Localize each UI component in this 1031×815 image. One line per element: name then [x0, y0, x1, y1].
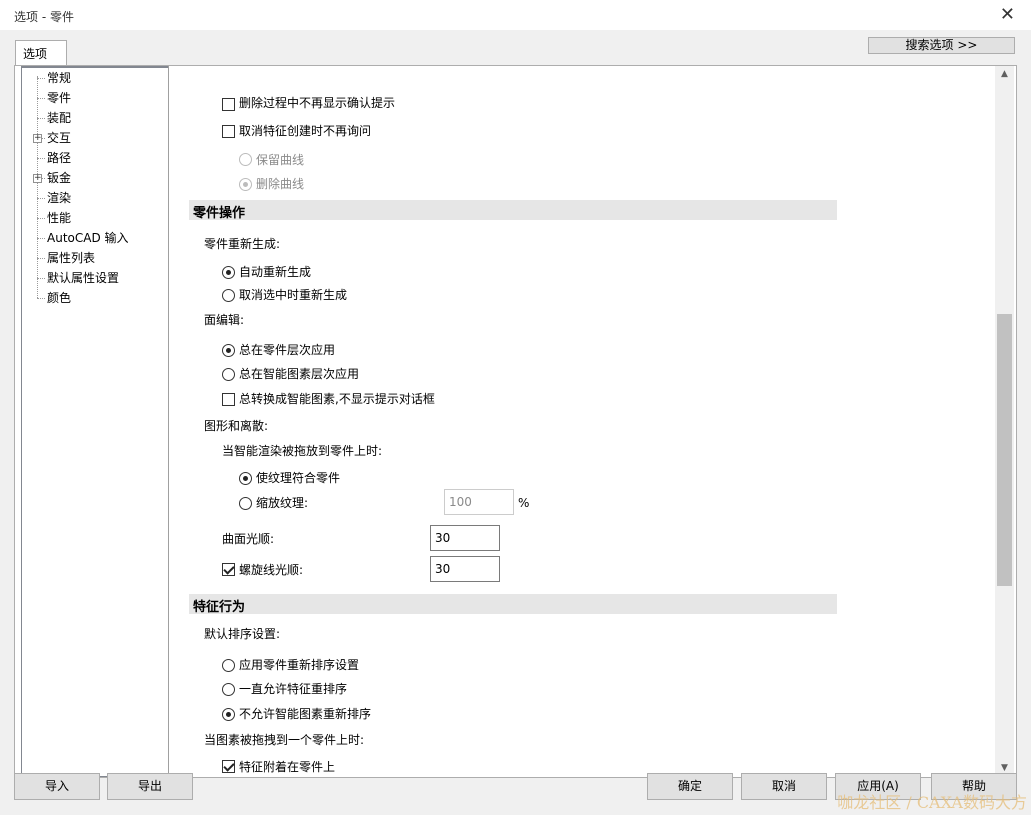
tree-item-general[interactable]: 常规	[47, 70, 71, 86]
regen-label: 零件重新生成:	[204, 237, 281, 251]
texture-fit-label: 使纹理符合零件	[256, 471, 341, 485]
vertical-scrollbar[interactable]: ▲ ▼	[995, 66, 1014, 777]
scale-texture-label: 缩放纹理:	[256, 496, 309, 510]
delete-no-confirm-checkbox[interactable]	[222, 98, 235, 111]
close-icon[interactable]: ✕	[1000, 5, 1015, 25]
cancel-button[interactable]: 取消	[741, 773, 827, 800]
apply-ic-level-label: 总在智能图素层次应用	[239, 367, 360, 381]
expand-icon[interactable]: +	[33, 174, 42, 183]
default-order-label: 默认排序设置:	[204, 627, 281, 641]
tree-item-property-list[interactable]: 属性列表	[47, 250, 95, 266]
options-panel: 常规 零件 装配 + 交互 路径 + 钣金 渲染 性能 AutoCAD 输入 属…	[14, 65, 1017, 778]
scroll-thumb[interactable]	[997, 314, 1012, 586]
tree-branch	[37, 278, 45, 279]
auto-regen-label: 自动重新生成	[239, 265, 312, 279]
tree-branch	[42, 178, 45, 179]
tree-item-assembly[interactable]: 装配	[47, 110, 71, 126]
scroll-up-icon[interactable]: ▲	[995, 66, 1014, 83]
watermark: 咖龙社区 / CAXA数码大方	[837, 793, 1027, 812]
tree-item-path[interactable]: 路径	[47, 150, 71, 166]
percent-unit: %	[518, 496, 530, 510]
apply-part-reorder-label: 应用零件重新排序设置	[239, 658, 360, 672]
tree-item-autocad-input[interactable]: AutoCAD 输入	[47, 230, 129, 246]
delete-curve-radio	[239, 178, 252, 191]
thread-smooth-checkbox[interactable]	[222, 563, 235, 576]
section-part-operations: 零件操作	[189, 200, 837, 221]
tree-item-default-properties[interactable]: 默认属性设置	[47, 270, 119, 286]
scale-texture-input[interactable]: 100	[444, 489, 514, 515]
tree-branch	[37, 238, 45, 239]
tree-branch	[37, 218, 45, 219]
tree-branch	[37, 298, 45, 299]
shape-discrete-label: 图形和离散:	[204, 419, 269, 433]
tree-item-interaction[interactable]: 交互	[47, 130, 71, 146]
section-feature-behavior: 特征行为	[189, 594, 837, 615]
convert-ic-no-prompt-label: 总转换成智能图素,不显示提示对话框	[239, 392, 435, 406]
tree-item-sheet-metal[interactable]: 钣金	[47, 170, 71, 186]
category-tree: 常规 零件 装配 + 交互 路径 + 钣金 渲染 性能 AutoCAD 输入 属…	[21, 66, 169, 777]
cancel-feature-no-ask-checkbox[interactable]	[222, 125, 235, 138]
cancel-feature-no-ask-label: 取消特征创建时不再询问	[239, 124, 372, 138]
tree-item-part[interactable]: 零件	[47, 90, 72, 106]
scale-texture-radio[interactable]	[239, 497, 252, 510]
always-allow-reorder-radio[interactable]	[222, 683, 235, 696]
convert-ic-no-prompt-checkbox[interactable]	[222, 393, 235, 406]
texture-fit-radio[interactable]	[239, 472, 252, 485]
regen-on-deselect-label: 取消选中时重新生成	[239, 288, 348, 302]
apply-part-level-radio[interactable]	[222, 344, 235, 357]
options-dialog: 搜索选项 >> 选项 常规 零件 装配 + 交互 路径 + 钣金 渲染 性能 A…	[0, 31, 1031, 815]
always-allow-reorder-label: 一直允许特征重排序	[239, 682, 348, 696]
tab-options[interactable]: 选项	[15, 40, 67, 66]
tree-item-color[interactable]: 颜色	[47, 290, 71, 306]
apply-ic-level-radio[interactable]	[222, 368, 235, 381]
render-drop-label: 当智能渲染被拖放到零件上时:	[222, 444, 383, 458]
tree-branch	[37, 258, 45, 259]
tree-item-performance[interactable]: 性能	[47, 210, 71, 226]
apply-part-reorder-radio[interactable]	[222, 659, 235, 672]
expand-icon[interactable]: +	[33, 134, 42, 143]
tree-branch	[42, 138, 45, 139]
export-button[interactable]: 导出	[107, 773, 193, 800]
keep-curve-radio	[239, 153, 252, 166]
thread-smooth-input[interactable]: 30	[430, 556, 500, 582]
delete-no-confirm-label: 删除过程中不再显示确认提示	[239, 96, 396, 110]
thread-smooth-label: 螺旋线光顺:	[239, 563, 304, 577]
import-button[interactable]: 导入	[14, 773, 100, 800]
tree-item-render[interactable]: 渲染	[47, 190, 71, 206]
tree-branch	[37, 118, 45, 119]
window-title: 选项 - 零件	[14, 10, 74, 24]
attach-feature-checkbox[interactable]	[222, 760, 235, 773]
tree-branch	[37, 78, 45, 79]
auto-regen-radio[interactable]	[222, 266, 235, 279]
regen-on-deselect-radio[interactable]	[222, 289, 235, 302]
search-options-button[interactable]: 搜索选项 >>	[868, 37, 1015, 54]
surface-smooth-label: 曲面光顺:	[222, 532, 275, 546]
ok-button[interactable]: 确定	[647, 773, 733, 800]
disallow-ic-reorder-radio[interactable]	[222, 708, 235, 721]
face-edit-label: 面编辑:	[204, 313, 245, 327]
apply-part-level-label: 总在零件层次应用	[239, 343, 336, 357]
surface-smooth-input[interactable]: 30	[430, 525, 500, 551]
disallow-ic-reorder-label: 不允许智能图素重新排序	[239, 707, 372, 721]
attach-feature-label: 特征附着在零件上	[239, 760, 336, 774]
keep-curve-label: 保留曲线	[256, 153, 305, 167]
title-bar: 选项 - 零件 ✕	[0, 0, 1031, 31]
tree-branch	[37, 158, 45, 159]
delete-curve-label: 删除曲线	[256, 177, 305, 191]
tree-branch	[37, 198, 45, 199]
tree-branch	[37, 98, 45, 99]
tree-connector	[37, 76, 38, 298]
drop-on-part-label: 当图素被拖拽到一个零件上时:	[204, 733, 365, 747]
settings-content: 删除过程中不再显示确认提示 取消特征创建时不再询问 保留曲线 删除曲线 零件操作…	[169, 66, 995, 777]
